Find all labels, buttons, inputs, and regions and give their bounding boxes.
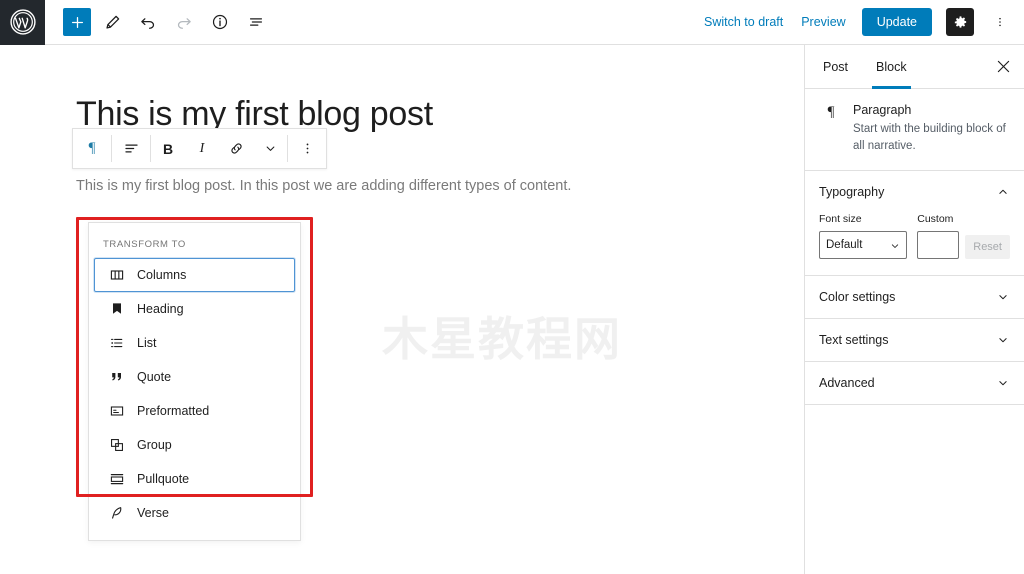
- link-button[interactable]: [219, 129, 253, 168]
- bold-button[interactable]: B: [151, 129, 185, 168]
- verse-icon: [107, 503, 127, 523]
- pullquote-icon: [107, 469, 127, 489]
- block-toolbar: ¶ B I: [72, 128, 327, 169]
- panel-title: Typography: [819, 185, 885, 200]
- transform-item-pullquote[interactable]: Pullquote: [94, 462, 295, 496]
- custom-font-size-label: Custom: [917, 213, 954, 226]
- transform-item-label: Quote: [137, 370, 172, 384]
- details-button[interactable]: [205, 7, 235, 37]
- rich-text-group: B I: [151, 129, 287, 168]
- settings-sidebar: Post Block ¶ Paragraph Start with the bu…: [804, 45, 1024, 574]
- panel-title: Advanced: [819, 376, 875, 391]
- panel-title: Color settings: [819, 290, 896, 305]
- transform-item-verse[interactable]: Verse: [94, 496, 295, 530]
- block-info-card: ¶ Paragraph Start with the building bloc…: [805, 89, 1024, 172]
- font-size-select[interactable]: Default: [819, 231, 908, 260]
- panel-typography-body: Font size Default Custom Reset: [805, 213, 1024, 275]
- panel-typography-header[interactable]: Typography: [805, 171, 1024, 213]
- edit-tool-button[interactable]: [97, 7, 127, 37]
- transform-to-menu: TRANSFORM TO Columns Heading List Quote …: [88, 222, 301, 541]
- chevron-up-icon: [996, 185, 1010, 199]
- heading-icon: [107, 299, 127, 319]
- pilcrow-icon: ¶: [827, 104, 835, 120]
- transform-item-label: Group: [137, 438, 172, 452]
- transform-item-label: Preformatted: [137, 404, 210, 418]
- wordpress-logo[interactable]: [0, 0, 45, 45]
- list-icon: [107, 333, 127, 353]
- italic-button[interactable]: I: [185, 129, 219, 168]
- panel-typography: Typography Font size Default Custom Rese…: [805, 171, 1024, 277]
- more-options-button[interactable]: [988, 8, 1012, 36]
- panel-text-settings: Text settings: [805, 319, 1024, 363]
- undo-button[interactable]: [133, 7, 163, 37]
- transform-item-list[interactable]: List: [94, 326, 295, 360]
- preformatted-icon: [107, 401, 127, 421]
- panel-text-settings-header[interactable]: Text settings: [805, 319, 1024, 361]
- align-group: [112, 129, 150, 168]
- block-options-group: [288, 129, 326, 168]
- panel-color-settings-header[interactable]: Color settings: [805, 276, 1024, 318]
- tab-block[interactable]: Block: [862, 45, 921, 89]
- block-type-paragraph-button[interactable]: ¶: [73, 129, 111, 168]
- quote-icon: [107, 367, 127, 387]
- group-icon: [107, 435, 127, 455]
- add-block-button[interactable]: [63, 8, 91, 36]
- switch-to-draft-button[interactable]: Switch to draft: [702, 11, 785, 33]
- editor-top-bar: Switch to draft Preview Update: [0, 0, 1024, 45]
- transform-item-preformatted[interactable]: Preformatted: [94, 394, 295, 428]
- preview-button[interactable]: Preview: [799, 11, 847, 33]
- transform-item-label: Verse: [137, 506, 169, 520]
- transform-item-columns[interactable]: Columns: [94, 258, 295, 292]
- panel-title: Text settings: [819, 333, 889, 348]
- columns-icon: [107, 265, 127, 285]
- panel-advanced: Advanced: [805, 362, 1024, 406]
- top-bar-left-tools: [45, 7, 271, 37]
- transform-item-quote[interactable]: Quote: [94, 360, 295, 394]
- block-card-title: Paragraph: [853, 103, 912, 117]
- block-card-description: Start with the building block of all nar…: [853, 123, 1006, 152]
- block-type-group: ¶: [73, 129, 111, 168]
- custom-font-size-input[interactable]: [917, 231, 960, 260]
- top-bar-right-actions: Switch to draft Preview Update: [702, 8, 1024, 36]
- transform-item-label: List: [137, 336, 157, 350]
- more-rich-text-button[interactable]: [253, 129, 287, 168]
- paragraph-block[interactable]: This is my first blog post. In this post…: [76, 173, 616, 199]
- tab-post[interactable]: Post: [809, 45, 862, 89]
- sidebar-tabs: Post Block: [805, 45, 1024, 89]
- transform-item-label: Columns: [137, 268, 187, 282]
- transform-item-label: Heading: [137, 302, 184, 316]
- reset-font-size-button[interactable]: Reset: [965, 235, 1010, 260]
- panel-advanced-header[interactable]: Advanced: [805, 362, 1024, 404]
- editor-canvas: This is my first blog post This is my fi…: [0, 45, 804, 574]
- update-button[interactable]: Update: [861, 8, 932, 36]
- list-view-button[interactable]: [241, 7, 271, 37]
- panel-color-settings: Color settings: [805, 276, 1024, 320]
- transform-item-label: Pullquote: [137, 472, 190, 486]
- chevron-down-icon: [996, 333, 1010, 347]
- block-options-button[interactable]: [288, 129, 326, 168]
- watermark: 木星教程网: [382, 312, 622, 366]
- close-sidebar-button[interactable]: [986, 50, 1020, 84]
- chevron-down-icon: [996, 290, 1010, 304]
- transform-item-group[interactable]: Group: [94, 428, 295, 462]
- settings-gear-button[interactable]: [946, 8, 974, 36]
- redo-button[interactable]: [169, 7, 199, 37]
- align-text-button[interactable]: [112, 129, 150, 168]
- font-size-label: Font size: [819, 213, 862, 226]
- chevron-down-icon: [996, 376, 1010, 390]
- transform-item-heading[interactable]: Heading: [94, 292, 295, 326]
- transform-to-header: TRANSFORM TO: [103, 239, 186, 250]
